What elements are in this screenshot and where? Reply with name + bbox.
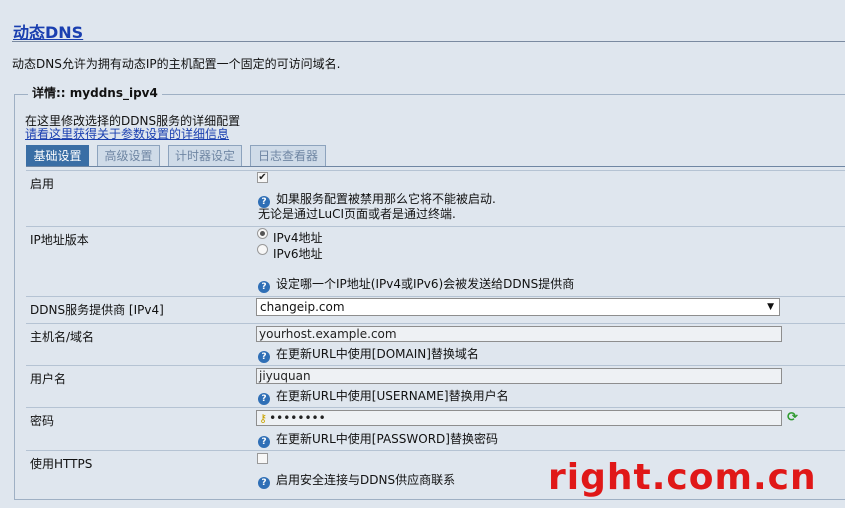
enable-checkbox[interactable]: ✔ xyxy=(257,172,268,183)
section-legend: 详情:: myddns_ipv4 xyxy=(28,84,162,101)
ipv4-label[interactable]: IPv4地址 xyxy=(273,229,323,246)
enable-help-line2: 无论是通过LuCI页面或者是通过终端. xyxy=(258,207,456,221)
https-help-text: 启用安全连接与DDNS供应商联系 xyxy=(276,473,456,487)
hostname-input[interactable]: yourhost.example.com xyxy=(256,326,782,342)
password-help: ? 在更新URL中使用[PASSWORD]替换密码 xyxy=(258,430,498,448)
hostname-help: ? 在更新URL中使用[DOMAIN]替换域名 xyxy=(258,345,479,363)
refresh-icon[interactable]: ⟳ xyxy=(787,410,798,425)
hostname-help-text: 在更新URL中使用[DOMAIN]替换域名 xyxy=(276,347,479,361)
provider-value: changeip.com xyxy=(260,300,345,314)
password-label: 密码 xyxy=(30,414,55,428)
help-icon: ? xyxy=(258,436,270,448)
enable-label: 启用 xyxy=(30,177,55,191)
password-input[interactable]: ⚷ •••••••• xyxy=(256,410,782,426)
password-value: •••••••• xyxy=(269,411,326,425)
page-description: 动态DNS允许为拥有动态IP的主机配置一个固定的可访问域名. xyxy=(12,57,341,71)
tab-divider xyxy=(26,166,845,167)
help-icon: ? xyxy=(258,281,270,293)
chevron-down-icon: ▼ xyxy=(767,302,774,312)
ipv4-radio[interactable] xyxy=(257,228,268,239)
tab-timer[interactable]: 计时器设定 xyxy=(168,145,242,166)
https-checkbox[interactable] xyxy=(257,453,268,464)
ip-version-help: ? 设定哪一个IP地址(IPv4或IPv6)会被发送给DDNS提供商 xyxy=(258,275,574,293)
ipv6-label[interactable]: IPv6地址 xyxy=(273,245,323,262)
enable-help-text: 如果服务配置被禁用那么它将不能被启动. xyxy=(276,192,496,206)
username-help-text: 在更新URL中使用[USERNAME]替换用户名 xyxy=(276,389,509,403)
username-help: ? 在更新URL中使用[USERNAME]替换用户名 xyxy=(258,387,509,405)
https-help: ? 启用安全连接与DDNS供应商联系 xyxy=(258,471,455,489)
provider-label: DDNS服务提供商 [IPv4] xyxy=(30,303,164,317)
username-input[interactable]: jiyuquan xyxy=(256,368,782,384)
watermark: right.com.cn xyxy=(548,457,817,498)
title-divider xyxy=(12,41,845,42)
ip-version-help-text: 设定哪一个IP地址(IPv4或IPv6)会被发送给DDNS提供商 xyxy=(276,277,575,291)
tab-log-viewer[interactable]: 日志查看器 xyxy=(250,145,326,166)
username-label: 用户名 xyxy=(30,372,67,386)
help-icon: ? xyxy=(258,351,270,363)
https-label: 使用HTTPS xyxy=(30,457,93,471)
key-icon: ⚷ xyxy=(259,412,268,425)
provider-select[interactable]: changeip.com ▼ xyxy=(256,298,780,316)
password-help-text: 在更新URL中使用[PASSWORD]替换密码 xyxy=(276,432,498,446)
help-icon: ? xyxy=(258,393,270,405)
ip-version-label: IP地址版本 xyxy=(30,233,89,247)
help-link[interactable]: 请看这里获得关于参数设置的详细信息 xyxy=(25,125,229,142)
help-icon: ? xyxy=(258,477,270,489)
tab-advanced[interactable]: 高级设置 xyxy=(97,145,160,166)
tab-basic[interactable]: 基础设置 xyxy=(26,145,89,166)
page-title[interactable]: 动态DNS xyxy=(13,19,83,43)
ipv6-radio[interactable] xyxy=(257,244,268,255)
hostname-label: 主机名/域名 xyxy=(30,330,95,344)
